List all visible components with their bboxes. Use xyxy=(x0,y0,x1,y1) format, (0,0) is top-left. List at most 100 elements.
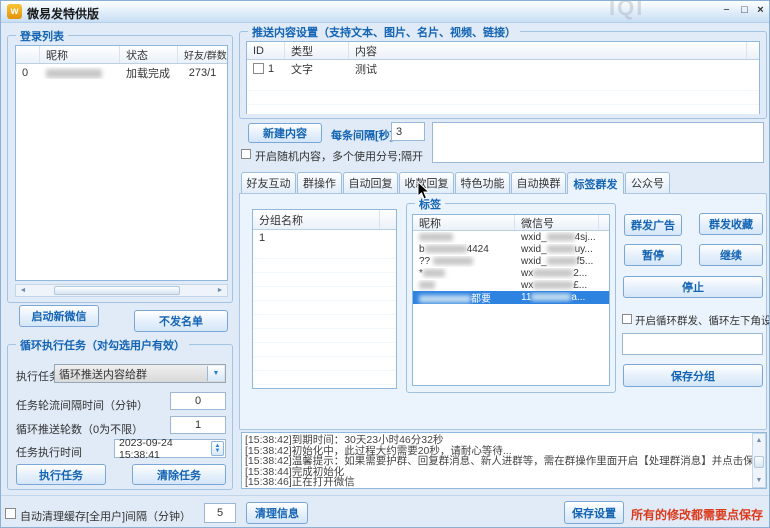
log-vscrollbar[interactable]: ▲ ▼ xyxy=(752,433,766,488)
contact-row[interactable]: b4424 wxid_uy... xyxy=(413,243,609,255)
loop-broadcast-checkbox[interactable] xyxy=(622,314,632,324)
login-row-counts: 273/1 xyxy=(178,67,227,79)
group-table-empty-rows xyxy=(253,245,396,388)
login-hscroll-thumb[interactable] xyxy=(54,286,180,295)
content-row[interactable]: 1 文字 测试 xyxy=(247,60,759,77)
task-time-input[interactable]: 2023-09-24 15:38:41 ▲▼ xyxy=(114,439,226,458)
app-title: 微易发特供版 xyxy=(27,5,99,22)
nick-fragment: ?? xyxy=(419,256,430,267)
login-col-counts: 好友/群数 xyxy=(178,46,227,63)
start-new-wechat-button[interactable]: 启动新微信 xyxy=(19,305,99,327)
save-settings-button[interactable]: 保存设置 xyxy=(564,501,624,524)
login-row[interactable]: 0 加载完成 273/1 xyxy=(16,64,227,82)
per-item-interval-value: 3 xyxy=(396,126,402,138)
mouse-cursor xyxy=(417,181,430,200)
tab-friend-interact[interactable]: 好友互动 xyxy=(241,172,296,193)
contacts-table[interactable]: 昵称 微信号 wxid_4sj... b4424 wxid_uy... ?? w… xyxy=(412,214,610,386)
auto-clean-cache-checkbox[interactable] xyxy=(5,508,16,519)
save-warning-text: 所有的修改都需要点保存 xyxy=(631,506,763,523)
random-content-checkbox[interactable] xyxy=(241,149,251,159)
redacted-nickname-blur xyxy=(46,69,102,78)
group-name-header: 分组名称 xyxy=(253,210,396,230)
scroll-down-icon[interactable]: ▼ xyxy=(753,475,765,486)
nick-fragment: b xyxy=(419,244,425,255)
loop-task-group: 循环执行任务（对勾选用户有效） 执行任务 循环推送内容给群 ▼ 任务轮流间隔时间… xyxy=(7,344,233,490)
no-send-list-button[interactable]: 不发名单 xyxy=(134,310,228,332)
cache-interval-input[interactable]: 5 xyxy=(204,503,236,523)
chevron-down-icon[interactable]: ▼ xyxy=(207,366,224,381)
login-col-index xyxy=(16,46,40,63)
group-name-table[interactable]: 分组名称 1 xyxy=(252,209,397,389)
contacts-col-nickname: 昵称 xyxy=(413,215,515,230)
redacted-blur xyxy=(547,245,575,253)
wxid-fragment: wxid_ xyxy=(521,232,547,243)
contact-row[interactable]: * wx2... xyxy=(413,267,609,279)
close-icon[interactable]: × xyxy=(753,4,768,18)
tab-official-account[interactable]: 公众号 xyxy=(625,172,670,193)
group-name-row[interactable]: 1 xyxy=(253,230,396,245)
save-group-button[interactable]: 保存分组 xyxy=(623,364,763,387)
push-content-title: 推送内容设置（支持文本、图片、名片、视频、链接） xyxy=(248,24,520,40)
redacted-blur xyxy=(425,245,467,253)
task-interval-input[interactable]: 0 xyxy=(170,392,226,410)
tab-tag-broadcast[interactable]: 标签群发 xyxy=(567,172,624,194)
content-row-checkbox[interactable] xyxy=(253,63,264,74)
content-table[interactable]: ID 类型 内容 1 文字 测试 xyxy=(246,41,760,114)
content-col-type: 类型 xyxy=(285,42,349,59)
group-name-value: 1 xyxy=(253,232,265,244)
resume-button[interactable]: 继续 xyxy=(699,244,763,266)
redacted-blur xyxy=(531,293,571,301)
tab-group-ops[interactable]: 群操作 xyxy=(297,172,342,193)
task-time-label: 任务执行时间 xyxy=(16,444,82,460)
clear-info-button[interactable]: 清理信息 xyxy=(246,502,308,524)
maximize-icon[interactable]: □ xyxy=(737,4,752,18)
content-table-header: ID 类型 内容 xyxy=(247,42,759,60)
minimize-icon[interactable]: − xyxy=(719,4,734,18)
tag-broadcast-panel: 分组名称 1 标签 昵称 微信号 wxid_4sj... xyxy=(239,193,767,430)
scroll-left-icon[interactable]: ◄ xyxy=(18,285,28,296)
contact-row-selected[interactable]: 都要 11a... xyxy=(413,291,609,304)
group-name-col-end xyxy=(380,210,396,229)
random-content-textarea[interactable] xyxy=(432,122,764,163)
execute-task-button[interactable]: 执行任务 xyxy=(16,464,106,485)
contacts-header: 昵称 微信号 xyxy=(413,215,609,231)
task-rounds-input[interactable]: 1 xyxy=(170,416,226,434)
cache-interval-value: 5 xyxy=(217,507,223,519)
tab-auto-reply[interactable]: 自动回复 xyxy=(343,172,398,193)
tab-special-features[interactable]: 特色功能 xyxy=(455,172,510,193)
log-vscroll-thumb[interactable] xyxy=(754,456,764,468)
login-list-title: 登录列表 xyxy=(16,28,68,44)
contact-row[interactable]: ?? wxid_f5... xyxy=(413,255,609,267)
per-item-interval-input[interactable]: 3 xyxy=(391,122,425,141)
redacted-blur xyxy=(547,257,577,265)
redacted-blur xyxy=(433,257,473,265)
content-row-id-cell: 1 xyxy=(247,63,285,75)
group-name-col: 分组名称 xyxy=(253,210,380,229)
content-table-empty-rows xyxy=(247,77,759,114)
group-name-input[interactable] xyxy=(622,333,763,355)
scroll-up-icon[interactable]: ▲ xyxy=(753,435,765,446)
datetime-spinner-icon[interactable]: ▲▼ xyxy=(211,441,224,456)
content-col-content: 内容 xyxy=(349,42,747,59)
log-line: [15:38:42]到期时间：30天23小时46分32秒 xyxy=(245,435,750,446)
task-select-value: 循环推送内容给群 xyxy=(59,366,147,382)
cache-interval-label: 间隔（分钟） xyxy=(125,508,191,524)
login-row-index: 0 xyxy=(16,67,40,79)
task-select[interactable]: 循环推送内容给群 ▼ xyxy=(54,364,226,383)
login-hscrollbar[interactable]: ◄ ► xyxy=(15,284,228,297)
new-content-button[interactable]: 新建内容 xyxy=(248,123,322,143)
contacts-col-wxid: 微信号 xyxy=(515,215,599,230)
clear-task-button[interactable]: 清除任务 xyxy=(132,464,226,485)
contact-row[interactable]: wxid_4sj... xyxy=(413,231,609,243)
pause-button[interactable]: 暂停 xyxy=(624,244,682,266)
login-row-status: 加载完成 xyxy=(120,65,178,81)
contact-row[interactable]: wx£... xyxy=(413,279,609,291)
tab-auto-switch-group[interactable]: 自动换群 xyxy=(511,172,566,193)
login-table[interactable]: 昵称 状态 好友/群数 0 加载完成 273/1 xyxy=(15,45,228,281)
tag-group: 标签 昵称 微信号 wxid_4sj... b4424 wxid_uy... ?… xyxy=(406,203,616,393)
stop-button[interactable]: 停止 xyxy=(623,276,763,298)
broadcast-fav-button[interactable]: 群发收藏 xyxy=(699,213,763,235)
broadcast-ad-button[interactable]: 群发广告 xyxy=(624,214,682,236)
wxid-fragment: 2... xyxy=(573,268,587,279)
scroll-right-icon[interactable]: ► xyxy=(215,285,225,296)
